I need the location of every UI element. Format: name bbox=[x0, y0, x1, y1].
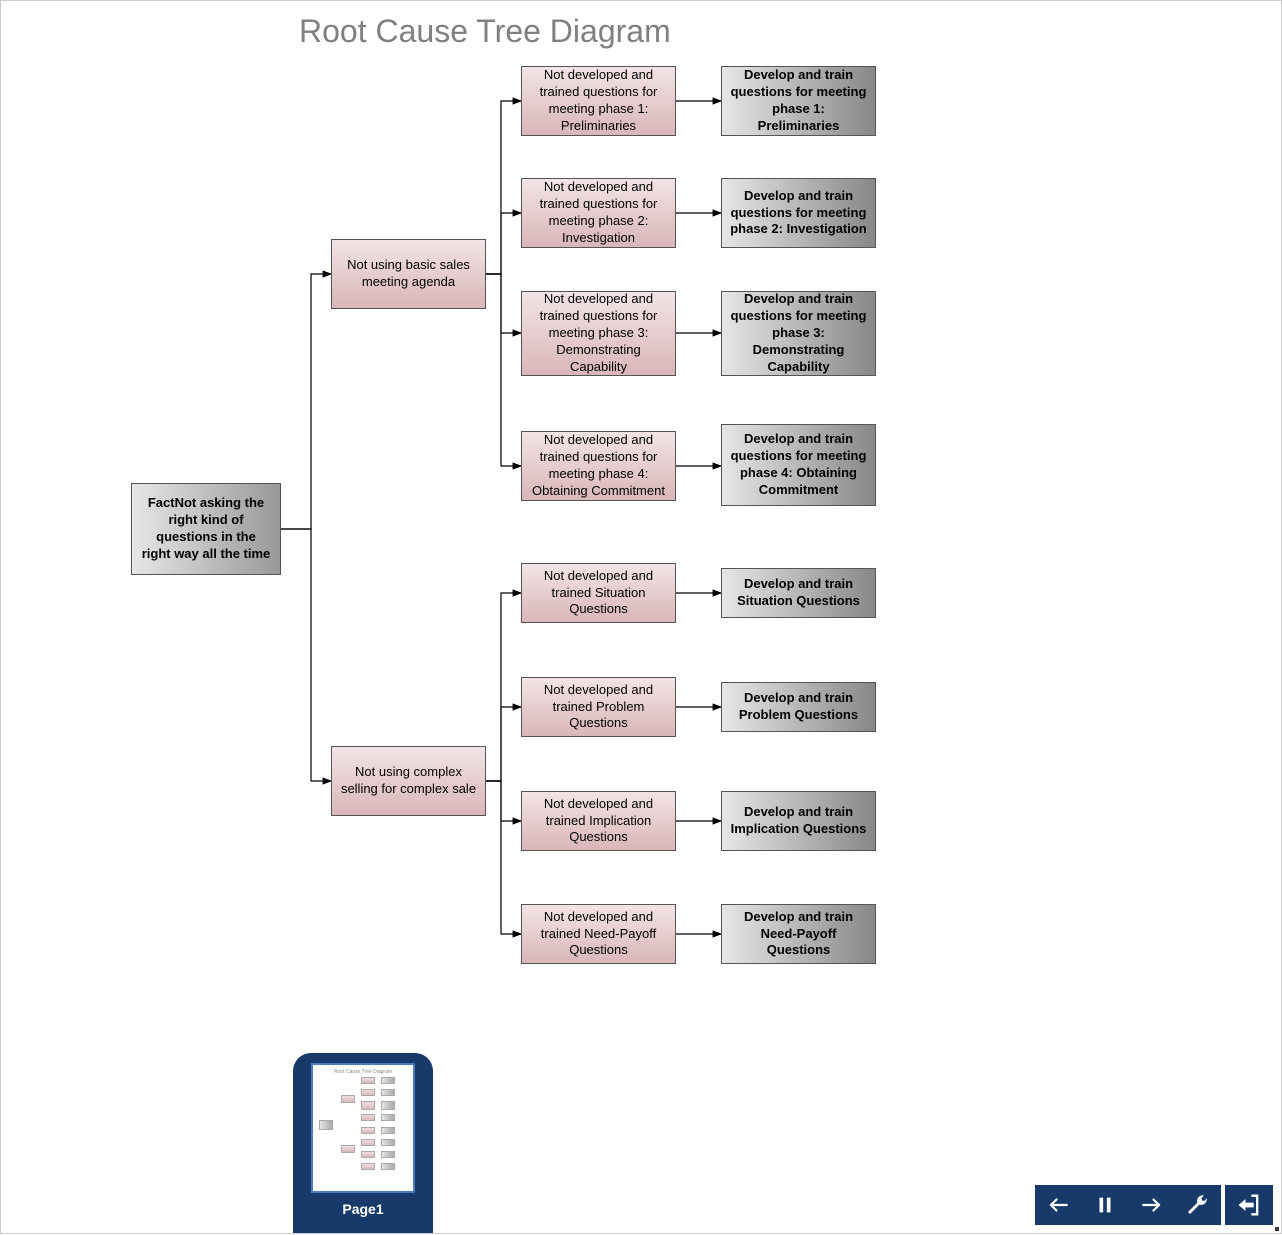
action-box-3: Develop and train questions for meeting … bbox=[721, 291, 876, 376]
action-box-1: Develop and train questions for meeting … bbox=[721, 66, 876, 136]
action-box-7: Develop and train Implication Questions bbox=[721, 791, 876, 851]
pause-icon bbox=[1094, 1194, 1116, 1216]
arrow-right-icon bbox=[1138, 1192, 1164, 1218]
root-fact-box: FactNot asking the right kind of questio… bbox=[131, 483, 281, 575]
arrow-left-icon bbox=[1046, 1192, 1072, 1218]
thumb-title: Root Cause Tree Diagram bbox=[313, 1069, 413, 1075]
settings-button[interactable] bbox=[1183, 1191, 1211, 1219]
page-thumbnail: Root Cause Tree Diagram bbox=[311, 1063, 415, 1193]
action-box-8: Develop and train Need-Payoff Questions bbox=[721, 904, 876, 964]
action-box-4: Develop and train questions for meeting … bbox=[721, 424, 876, 506]
subcause-box-1: Not developed and trained questions for … bbox=[521, 66, 676, 136]
subcause-box-3: Not developed and trained questions for … bbox=[521, 291, 676, 376]
action-box-5: Develop and train Situation Questions bbox=[721, 568, 876, 618]
exit-icon bbox=[1235, 1191, 1263, 1219]
subcause-box-7: Not developed and trained Implication Qu… bbox=[521, 791, 676, 851]
subcause-box-6: Not developed and trained Problem Questi… bbox=[521, 677, 676, 737]
cause-box-1: Not using basic sales meeting agenda bbox=[331, 239, 486, 309]
prev-button[interactable] bbox=[1045, 1191, 1073, 1219]
wrench-icon bbox=[1185, 1193, 1209, 1217]
cause-box-2: Not using complex selling for complex sa… bbox=[331, 746, 486, 816]
pause-button[interactable] bbox=[1091, 1191, 1119, 1219]
toolbar-main bbox=[1035, 1185, 1221, 1225]
subcause-box-5: Not developed and trained Situation Ques… bbox=[521, 563, 676, 623]
resize-corner-icon bbox=[1275, 1227, 1279, 1231]
action-box-6: Develop and train Problem Questions bbox=[721, 682, 876, 732]
exit-button[interactable] bbox=[1225, 1185, 1273, 1225]
subcause-box-8: Not developed and trained Need-Payoff Qu… bbox=[521, 904, 676, 964]
page-label: Page1 bbox=[342, 1201, 383, 1217]
next-button[interactable] bbox=[1137, 1191, 1165, 1219]
viewer-toolbar bbox=[1035, 1185, 1273, 1225]
page-thumbnail-tab[interactable]: Root Cause Tree Diagram Page1 bbox=[293, 1053, 433, 1233]
diagram-canvas: FactNot asking the right kind of questio… bbox=[1, 1, 1282, 1235]
action-box-2: Develop and train questions for meeting … bbox=[721, 178, 876, 248]
subcause-box-2: Not developed and trained questions for … bbox=[521, 178, 676, 248]
subcause-box-4: Not developed and trained questions for … bbox=[521, 431, 676, 501]
